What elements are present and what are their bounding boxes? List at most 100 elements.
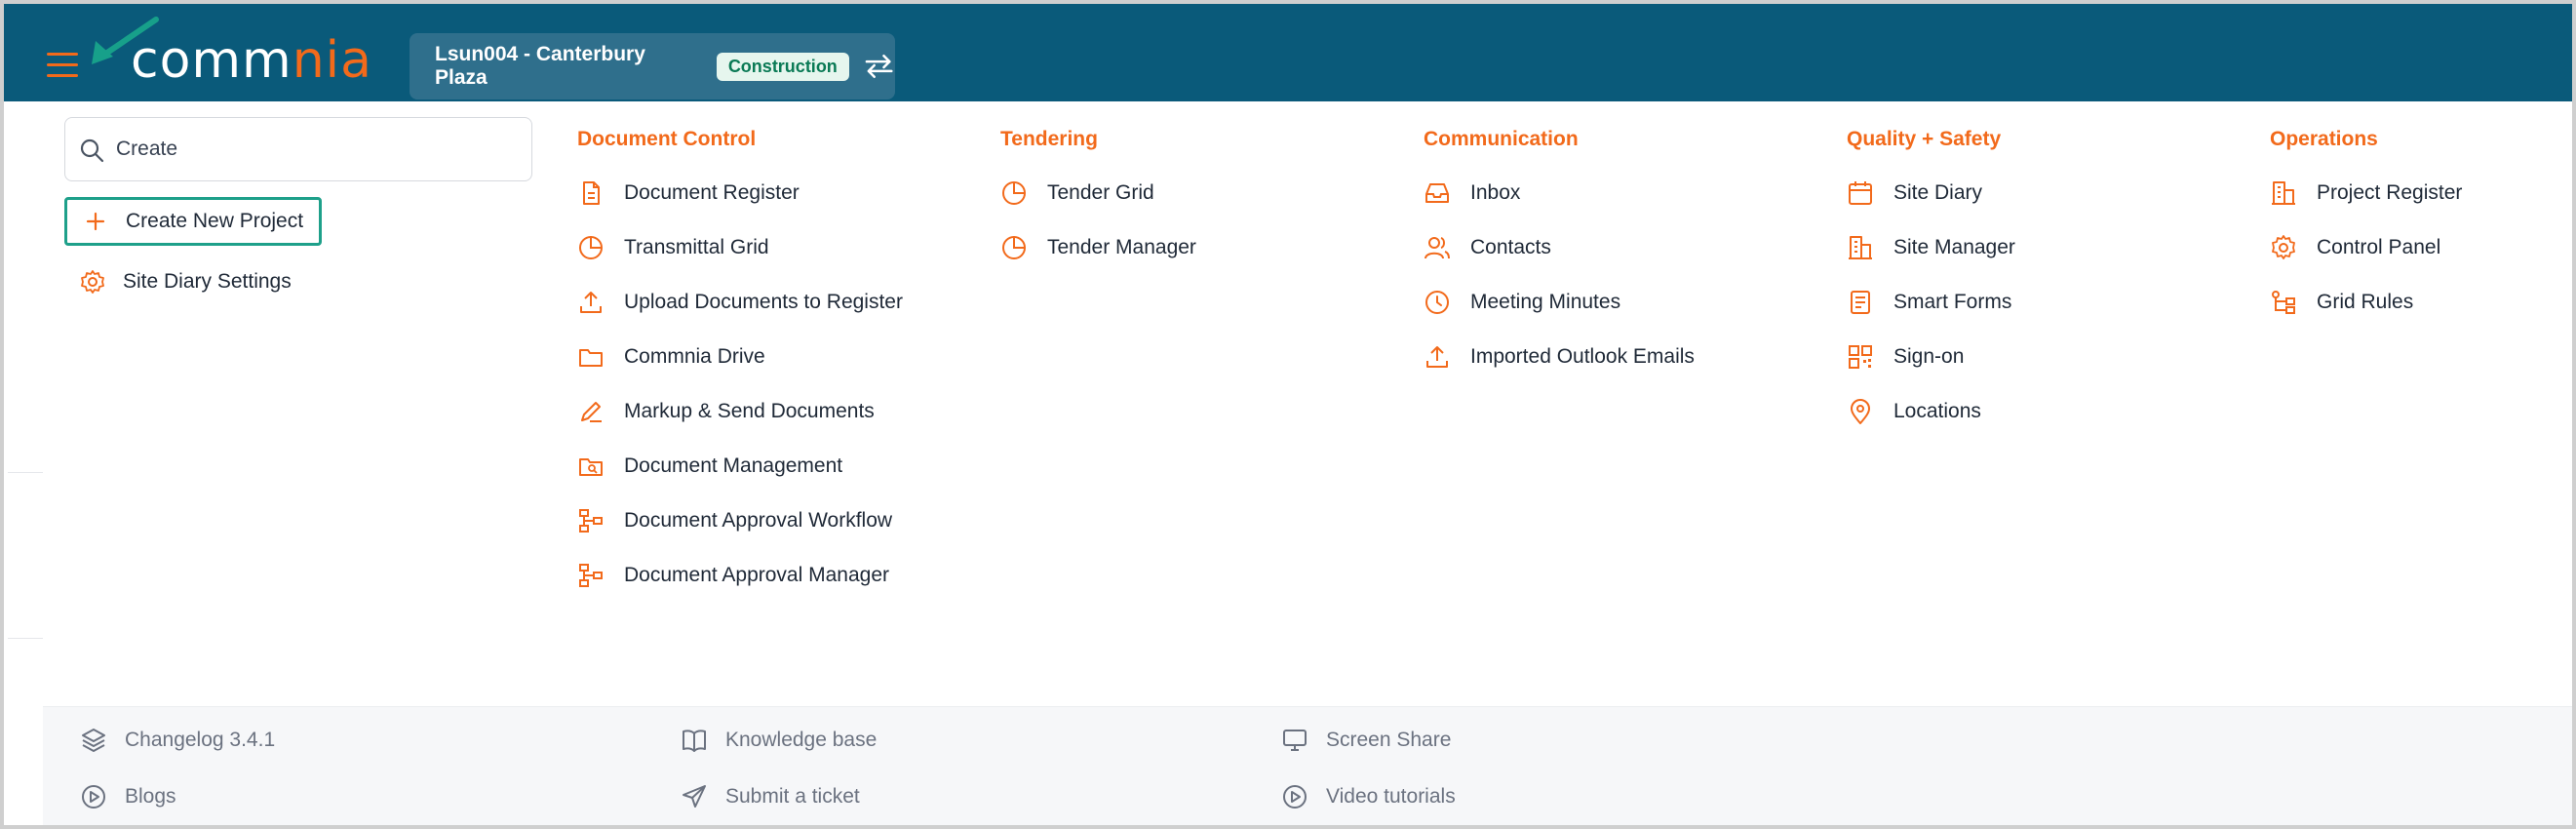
menu-item-markup-send[interactable]: Markup & Send Documents — [577, 384, 903, 439]
menu-column-operations: Operations Project Register Control Pane… — [2270, 125, 2462, 330]
hamburger-line — [47, 74, 78, 77]
footer-video-tutorials-link[interactable]: Video tutorials — [1281, 783, 1456, 810]
menu-item-inbox[interactable]: Inbox — [1424, 166, 1695, 220]
menu-item-meeting-minutes[interactable]: Meeting Minutes — [1424, 275, 1695, 330]
gear-icon — [2272, 235, 2295, 259]
map-pin-icon — [1851, 399, 1870, 424]
background-divider — [8, 472, 43, 473]
menu-item-locations[interactable]: Locations — [1847, 384, 2015, 439]
menu-heading: Operations — [2270, 128, 2378, 150]
hamburger-line — [47, 53, 78, 56]
pie-chart-icon — [1002, 236, 1026, 259]
qr-code-icon — [1849, 345, 1872, 369]
left-item-label: Site Diary Settings — [123, 270, 292, 293]
site-diary-settings-item[interactable]: Site Diary Settings — [64, 257, 292, 306]
footer-link-label: Changelog 3.4.1 — [125, 729, 276, 751]
menu-item-label: Grid Rules — [2317, 291, 2414, 313]
footer-link-label: Knowledge base — [725, 729, 878, 751]
menu-item-label: Markup & Send Documents — [624, 400, 875, 422]
menu-item-tender-grid[interactable]: Tender Grid — [1000, 166, 1196, 220]
menu-item-tender-manager[interactable]: Tender Manager — [1000, 220, 1196, 275]
project-status-badge: Construction — [716, 52, 849, 81]
send-icon — [683, 785, 706, 808]
screen-share-icon — [1283, 730, 1307, 751]
menu-heading: Document Control — [577, 128, 757, 150]
project-switcher[interactable]: Lsun004 - Canterbury Plaza Construction — [410, 33, 895, 99]
search-column: Create New Project Site Diary Settings — [43, 101, 556, 706]
document-icon — [583, 181, 600, 205]
commnia-logo[interactable]: commnia — [131, 31, 372, 90]
menu-item-document-register[interactable]: Document Register — [577, 166, 903, 220]
play-circle-icon — [1283, 785, 1307, 809]
menu-item-sign-on[interactable]: Sign-on — [1847, 330, 2015, 384]
menu-item-transmittal-grid[interactable]: Transmittal Grid — [577, 220, 903, 275]
hamburger-menu-button[interactable] — [47, 53, 78, 80]
workflow-icon — [579, 509, 603, 533]
menu-item-label: Sign-on — [1893, 345, 1965, 368]
menu-item-imported-outlook-emails[interactable]: Imported Outlook Emails — [1424, 330, 1695, 384]
search-box[interactable] — [64, 117, 532, 181]
menu-item-contacts[interactable]: Contacts — [1424, 220, 1695, 275]
pie-chart-icon — [1002, 181, 1026, 205]
menu-item-commnia-drive[interactable]: Commnia Drive — [577, 330, 903, 384]
footer-blogs-link[interactable]: Blogs — [80, 783, 176, 810]
menu-list: Site Diary Site Manager Smart Forms Sign… — [1847, 166, 2015, 439]
menu-list: Tender Grid Tender Manager — [1000, 166, 1196, 275]
menu-item-label: Document Management — [624, 454, 843, 477]
menu-item-document-management[interactable]: Document Management — [577, 439, 903, 493]
footer-submit-ticket-link[interactable]: Submit a ticket — [681, 783, 860, 810]
inbox-icon — [1425, 183, 1449, 203]
menu-item-label: Document Approval Workflow — [624, 509, 893, 532]
building-icon — [1849, 236, 1872, 259]
footer-changelog-link[interactable]: Changelog 3.4.1 — [80, 727, 275, 754]
menu-item-label: Imported Outlook Emails — [1470, 345, 1695, 368]
menu-item-smart-forms[interactable]: Smart Forms — [1847, 275, 2015, 330]
menu-heading: Communication — [1424, 128, 1579, 150]
menu-heading: Quality + Safety — [1847, 128, 2002, 150]
left-item-label: Create New Project — [126, 210, 304, 232]
menu-item-label: Project Register — [2317, 181, 2463, 204]
menu-item-label: Commnia Drive — [624, 345, 765, 368]
background-divider — [8, 638, 43, 639]
menu-item-approval-workflow[interactable]: Document Approval Workflow — [577, 493, 903, 548]
menu-item-label: Site Diary — [1893, 181, 1983, 204]
menu-item-approval-manager[interactable]: Document Approval Manager — [577, 548, 903, 603]
menu-item-upload-documents[interactable]: Upload Documents to Register — [577, 275, 903, 330]
menu-item-grid-rules[interactable]: Grid Rules — [2270, 275, 2462, 330]
footer-link-label: Video tutorials — [1326, 785, 1456, 808]
menu-list: Document Register Transmittal Grid Uploa… — [577, 166, 903, 603]
search-input[interactable] — [116, 128, 516, 171]
menu-item-label: Transmittal Grid — [624, 236, 769, 258]
menu-item-label: Tender Grid — [1047, 181, 1154, 204]
folder-search-icon — [579, 458, 603, 476]
upload-icon — [1426, 346, 1448, 368]
swap-arrows-icon[interactable] — [863, 52, 895, 81]
app-window: commnia Lsun004 - Canterbury Plaza Const… — [0, 0, 2576, 829]
plus-icon — [86, 212, 105, 231]
menu-column-tendering: Tendering Tender Grid Tender Manager — [1000, 125, 1196, 275]
menu-item-label: Control Panel — [2317, 236, 2441, 258]
workflow-icon — [579, 564, 603, 587]
footer-knowledge-base-link[interactable]: Knowledge base — [681, 727, 877, 754]
footer-link-label: Screen Share — [1326, 729, 1452, 751]
project-name: Lsun004 - Canterbury Plaza — [435, 43, 645, 89]
menu-item-site-manager[interactable]: Site Manager — [1847, 220, 2015, 275]
menu-list: Project Register Control Panel Grid Rule… — [2270, 166, 2462, 330]
book-icon — [683, 730, 706, 752]
clock-icon — [1425, 291, 1449, 314]
flow-icon — [2272, 291, 2295, 314]
menu-item-control-panel[interactable]: Control Panel — [2270, 220, 2462, 275]
menu-item-label: Contacts — [1470, 236, 1551, 258]
menu-item-label: Tender Manager — [1047, 236, 1196, 258]
calendar-icon — [1849, 181, 1872, 205]
menu-item-label: Site Manager — [1893, 236, 2015, 258]
menu-item-label: Meeting Minutes — [1470, 291, 1621, 313]
menu-column-quality-safety: Quality + Safety Site Diary Site Manager… — [1847, 125, 2015, 439]
footer-screen-share-link[interactable]: Screen Share — [1281, 727, 1451, 754]
menu-item-site-diary[interactable]: Site Diary — [1847, 166, 2015, 220]
menu-item-project-register[interactable]: Project Register — [2270, 166, 2462, 220]
logo-text-part: co — [131, 31, 192, 90]
create-new-project-item[interactable]: Create New Project — [64, 197, 323, 246]
menu-column-communication: Communication Inbox Contacts Meeting Min… — [1424, 125, 1695, 384]
users-icon — [1425, 237, 1450, 259]
